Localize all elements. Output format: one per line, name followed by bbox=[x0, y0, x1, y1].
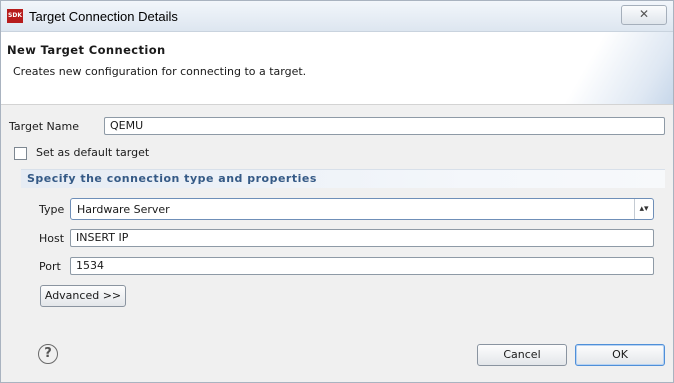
banner-decoration bbox=[533, 32, 673, 104]
default-target-checkbox[interactable] bbox=[14, 147, 27, 160]
type-label: Type bbox=[39, 203, 65, 216]
type-select-value: Hardware Server bbox=[77, 203, 170, 216]
help-icon[interactable]: ? bbox=[38, 344, 58, 364]
section-title: Specify the connection type and properti… bbox=[27, 172, 317, 185]
header-banner: New Target Connection Creates new config… bbox=[1, 32, 673, 105]
dropdown-arrows-icon: ▴▾ bbox=[634, 199, 653, 219]
target-name-label: Target Name bbox=[9, 120, 79, 133]
close-button[interactable]: ✕ bbox=[621, 5, 667, 25]
window-title: Target Connection Details bbox=[29, 9, 178, 24]
banner-description: Creates new configuration for connecting… bbox=[13, 65, 307, 78]
cancel-button[interactable]: Cancel bbox=[477, 344, 567, 366]
banner-title: New Target Connection bbox=[7, 43, 166, 57]
close-icon: ✕ bbox=[638, 7, 650, 21]
target-name-input[interactable]: QEMU bbox=[104, 117, 665, 135]
connection-section-header: Specify the connection type and properti… bbox=[21, 169, 665, 188]
host-label: Host bbox=[39, 232, 65, 245]
dialog-window: SDK Target Connection Details ✕ New Targ… bbox=[0, 0, 674, 383]
ok-button[interactable]: OK bbox=[575, 344, 665, 366]
default-target-label: Set as default target bbox=[36, 146, 150, 159]
title-bar: SDK Target Connection Details ✕ bbox=[1, 1, 673, 32]
port-label: Port bbox=[39, 260, 61, 273]
port-input[interactable]: 1534 bbox=[70, 257, 654, 275]
type-select[interactable]: Hardware Server ▴▾ bbox=[70, 198, 654, 220]
sdk-icon: SDK bbox=[7, 9, 23, 23]
host-input[interactable]: INSERT IP bbox=[70, 229, 654, 247]
advanced-button[interactable]: Advanced >> bbox=[40, 285, 126, 307]
